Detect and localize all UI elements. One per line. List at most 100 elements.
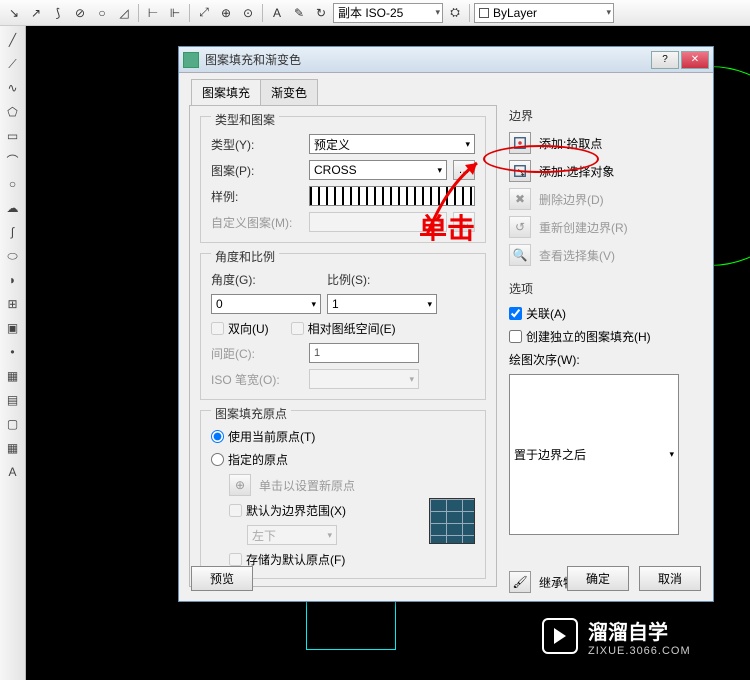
dialog-title: 图案填充和渐变色 [205,51,651,68]
dim-arc-icon[interactable]: ⟆ [48,3,68,23]
select-object-icon [509,160,531,182]
draw-order-select[interactable]: 置于边界之后 [509,374,679,535]
iso-select [309,369,419,389]
custom-label: 自定义图案(M): [211,214,303,231]
block-icon[interactable]: ▣ [3,318,23,338]
line-icon[interactable]: ╱ [3,30,23,50]
pattern-label: 图案(P): [211,162,303,179]
scale-label: 比例(S): [327,271,419,288]
independent-checkbox[interactable]: 创建独立的图案填充(H) [509,328,703,345]
pattern-browse-button[interactable]: … [453,160,475,180]
default-extent-checkbox: 默认为边界范围(X) [229,502,355,519]
pattern-select[interactable]: CROSS [309,160,447,180]
center-icon[interactable]: ⊙ [238,3,258,23]
custom-browse-button: … [453,212,475,232]
left-toolbar: ╱ ⟋ ∿ ⬠ ▭ ⌒ ○ ☁ ∫ ⬭ ◗ ⊞ ▣ • ▦ ▤ ▢ ▦ A [0,26,26,680]
tol-icon[interactable]: ⊕ [216,3,236,23]
ellipsearc-icon[interactable]: ◗ [3,270,23,290]
type-select[interactable]: 预定义 [309,134,475,154]
polygon-icon[interactable]: ⬠ [3,102,23,122]
edit-icon[interactable]: ✎ [289,3,309,23]
table-icon[interactable]: ▦ [3,438,23,458]
draw-order-label: 绘图次序(W): [509,351,703,368]
corner-select: 左下 [247,525,337,545]
update-icon[interactable]: ↻ [311,3,331,23]
dim-cont-icon[interactable]: ⊢ [143,3,163,23]
watermark-title: 溜溜自学 [588,616,691,645]
add-select-objects-button[interactable]: 添加:选择对象 [509,160,703,182]
tab-gradient[interactable]: 渐变色 [260,79,318,105]
type-label: 类型(Y): [211,136,303,153]
rect-icon[interactable]: ▭ [3,126,23,146]
region-icon[interactable]: ▢ [3,414,23,434]
associative-checkbox[interactable]: 关联(A) [509,305,703,322]
pick-point-icon [509,132,531,154]
insert-icon[interactable]: ⊞ [3,294,23,314]
boundary-label: 边界 [509,107,703,124]
view-selection-button: 🔍 查看选择集(V) [509,244,703,266]
tab-hatch[interactable]: 图案填充 [191,79,261,105]
set-origin-button: ⊕单击以设置新原点 [229,474,355,496]
double-checkbox: 双向(U) [211,320,269,337]
iso-label: ISO 笔宽(O): [211,371,303,388]
dim-icon2[interactable]: ↗ [26,3,46,23]
xline-icon[interactable]: ⟋ [3,54,23,74]
pline-icon[interactable]: ∿ [3,78,23,98]
hatch-dialog: 图案填充和渐变色 ? ✕ 图案填充 渐变色 类型和图案 类型(Y): 预定义 图… [178,46,714,602]
options-label: 选项 [509,280,703,297]
angle-label: 角度(G): [211,271,321,288]
dim-dia-icon[interactable]: ○ [92,3,112,23]
dim-base-icon[interactable]: ⊩ [165,3,185,23]
view-icon: 🔍 [509,244,531,266]
text-icon[interactable]: A [267,3,287,23]
dim-ang-icon[interactable]: ◿ [114,3,134,23]
cancel-button[interactable]: 取消 [639,566,701,591]
watermark-sub: ZIXUE.3066.COM [588,645,691,657]
use-current-origin-radio[interactable]: 使用当前原点(T) [211,428,475,445]
recreate-icon: ↺ [509,216,531,238]
dialog-icon [183,52,199,68]
dim-style-icon[interactable]: ⛭ [445,3,465,23]
watermark-play-icon [542,618,578,654]
specified-origin-radio[interactable]: 指定的原点 [211,451,475,468]
ellipse-icon[interactable]: ⬭ [3,246,23,266]
preview-button[interactable]: 预览 [191,566,253,591]
sample-swatch[interactable] [309,186,475,206]
angle-select[interactable]: 0 [211,294,321,314]
point-icon[interactable]: • [3,342,23,362]
top-toolbar: ↘ ↗ ⟆ ⊘ ○ ◿ ⊢ ⊩ ⤢ ⊕ ⊙ A ✎ ↻ 副本 ISO-25 ⛭ … [0,0,750,26]
layer-combo[interactable]: ByLayer [474,3,614,23]
circle-icon[interactable]: ○ [3,174,23,194]
sample-label: 样例: [211,188,303,205]
dimstyle-combo[interactable]: 副本 ISO-25 [333,3,443,23]
hatch-icon[interactable]: ▦ [3,366,23,386]
dim-icon[interactable]: ↘ [4,3,24,23]
type-pattern-group: 类型和图案 类型(Y): 预定义 图案(P): CROSS … 样例: [200,116,486,243]
leader-icon[interactable]: ⤢ [194,3,214,23]
mtext-icon[interactable]: A [3,462,23,482]
watermark: 溜溜自学 ZIXUE.3066.COM [530,602,740,670]
recreate-boundary-button: ↺ 重新创建边界(R) [509,216,703,238]
tab-panel-hatch: 类型和图案 类型(Y): 预定义 图案(P): CROSS … 样例: [189,105,497,587]
custom-select [309,212,447,232]
add-pick-points-button[interactable]: 添加:拾取点 [509,132,703,154]
origin-group: 图案填充原点 使用当前原点(T) 指定的原点 ⊕单击以设置新原点 默认为边界范围… [200,410,486,579]
remove-icon: ✖ [509,188,531,210]
relative-checkbox: 相对图纸空间(E) [291,320,396,337]
spline-icon[interactable]: ∫ [3,222,23,242]
revcloud-icon[interactable]: ☁ [3,198,23,218]
scale-select[interactable]: 1 [327,294,437,314]
spacing-input [309,343,419,363]
right-column: 边界 添加:拾取点 添加:选择对象 ✖ 删除边界(D) ↺ 重新创建边界(R) … [509,81,703,593]
angle-scale-group: 角度和比例 角度(G): 比例(S): 0 1 双向(U) 相对图纸空间(E) [200,253,486,400]
spacing-label: 间距(C): [211,345,303,362]
remove-boundary-button: ✖ 删除边界(D) [509,188,703,210]
dim-radius-icon[interactable]: ⊘ [70,3,90,23]
ok-button[interactable]: 确定 [567,566,629,591]
help-button[interactable]: ? [651,51,679,69]
close-button[interactable]: ✕ [681,51,709,69]
gradient-icon[interactable]: ▤ [3,390,23,410]
dialog-titlebar: 图案填充和渐变色 ? ✕ [179,47,713,73]
origin-preview-icon [429,498,475,544]
arc-icon[interactable]: ⌒ [3,150,23,170]
